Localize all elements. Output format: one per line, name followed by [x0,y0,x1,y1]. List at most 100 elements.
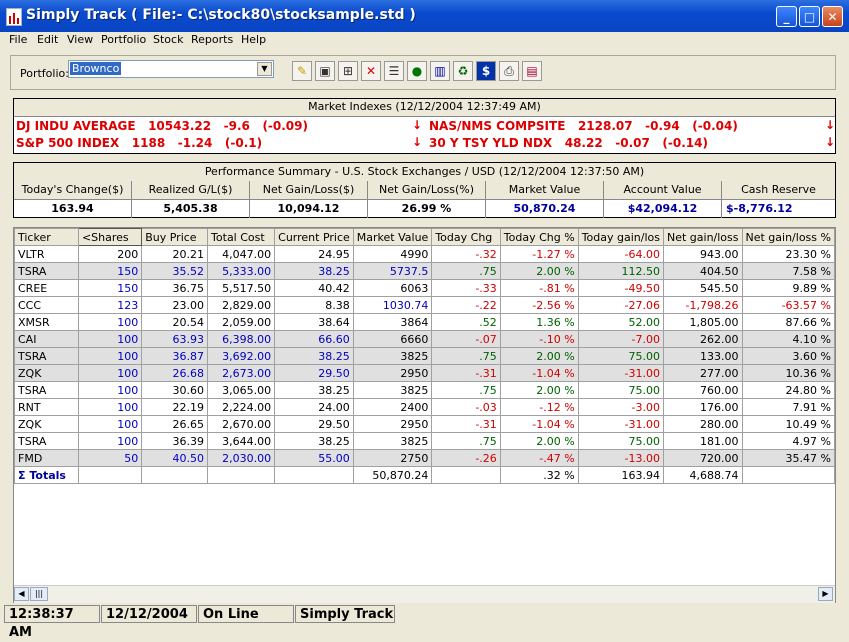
table-cell: 2950 [352,364,433,382]
chart-icon[interactable]: ▥ [430,61,450,81]
table-cell: 4.97 % [741,432,835,450]
market-row-nas: NAS/NMS COMPSITE 2128.07 -0.94 (-0.04) [429,119,738,133]
net-gain-pct-value: 26.99 % [368,200,486,218]
table-row[interactable]: TSRA 100 36.87 3,692.00 38.25 3825.75 2.00 % 75… [14,347,835,365]
scroll-thumb[interactable]: ||| [30,587,48,601]
add-icon[interactable]: ⊞ [338,61,358,81]
table-cell: 2750 [352,449,433,467]
table-row[interactable]: CREE 150 36.75 5,517.50 40.42 6063 -.33 -.81 % -… [14,279,835,297]
totals-cell: .32 % [499,466,579,484]
down-arrow-icon: ↓ [825,118,836,132]
performance-values: 163.94 5,405.38 10,094.12 26.99 % 50,870… [14,200,835,218]
table-row[interactable]: XMSR 100 20.54 2,059.00 38.64 3864.52 1.36 % 52… [14,313,835,331]
column-header[interactable]: Today Chg % [499,228,579,246]
market-indexes-panel: Market Indexes (12/12/2004 12:37:49 AM) … [13,98,836,154]
column-header[interactable]: Buy Price [141,228,209,246]
table-row[interactable]: VLTR 200 20.21 4,047.00 24.95 4990 -.32 -1.27 %… [14,245,835,263]
table-cell: 6660 [352,330,433,348]
horizontal-scrollbar[interactable]: ◀ ||| ▶ [14,585,835,603]
performance-summary-panel: Performance Summary - U.S. Stock Exchang… [13,162,836,218]
maximize-button[interactable]: □ [799,6,820,27]
scroll-right-icon[interactable]: ▶ [818,587,833,601]
totals-cell [141,466,209,484]
table-cell: 4,047.00 [207,245,276,263]
table-row[interactable]: RNT 100 22.19 2,224.00 24.00 2400 -.03 -.12 % -3… [14,398,835,416]
table-cell: 100 [77,330,143,348]
table-cell: 36.75 [141,279,209,297]
properties-icon[interactable]: ☰ [384,61,404,81]
menu-help[interactable]: Help [241,33,266,46]
column-header[interactable]: Net gain/loss % [741,228,835,246]
column-header[interactable]: Today gain/los [577,228,664,246]
table-cell: CCC [14,296,79,314]
table-cell: ZQK [14,364,79,382]
totals-cell [77,466,143,484]
holdings-grid[interactable]: Ticker <Shares Buy Price Total Cost Current … [13,227,836,604]
book-icon[interactable]: ▤ [522,61,542,81]
column-header[interactable]: Total Cost [207,228,276,246]
scroll-left-icon[interactable]: ◀ [14,587,29,601]
perf-col: Net Gain/Loss($) [250,181,368,199]
table-cell: 22.19 [141,398,209,416]
table-cell: 1,805.00 [662,313,743,331]
table-row[interactable]: TSRA 150 35.52 5,333.00 38.25 5737.5.75 2.00 %… [14,262,835,280]
column-header[interactable]: Ticker [14,228,79,246]
table-cell: -2.56 % [499,296,579,314]
minimize-button[interactable]: _ [776,6,797,27]
table-cell: 40.42 [274,279,354,297]
print-icon[interactable]: ⎙ [499,61,519,81]
column-header[interactable]: Net gain/loss [662,228,743,246]
table-cell: CREE [14,279,79,297]
table-cell: .75 [431,347,501,365]
save-icon[interactable]: ▣ [315,61,335,81]
table-cell: TSRA [14,432,79,450]
table-cell: -31.00 [577,364,664,382]
table-row[interactable]: ZQK 100 26.68 2,673.00 29.50 2950 -.31 -1.04 % -… [14,364,835,382]
menu-stock[interactable]: Stock [153,33,183,46]
table-cell: .52 [431,313,501,331]
table-row[interactable]: ZQK 100 26.65 2,670.00 29.50 2950 -.31 -1.04 % -… [14,415,835,433]
market-indexes-header: Market Indexes (12/12/2004 12:37:49 AM) [14,99,835,117]
account-value-value: $42,094.12 [604,200,722,218]
menu-edit[interactable]: Edit [37,33,58,46]
column-header[interactable]: <Shares [77,228,143,246]
close-button[interactable]: ✕ [822,6,843,27]
window-title: Simply Track ( File:- C:\stock80\stocksa… [26,7,416,23]
column-header[interactable]: Market Value [352,228,433,246]
traffic-light-icon[interactable]: ● [407,61,427,81]
column-header[interactable]: Today Chg [431,228,501,246]
dollar-icon[interactable]: $ [476,61,496,81]
table-cell: VLTR [14,245,79,263]
menu-reports[interactable]: Reports [191,33,233,46]
recycle-icon[interactable]: ♻ [453,61,473,81]
table-cell: 3,692.00 [207,347,276,365]
table-cell: 35.52 [141,262,209,280]
table-row[interactable]: TSRA 100 30.60 3,065.00 38.25 3825.75 2.00 % 75… [14,381,835,399]
table-cell: 100 [77,364,143,382]
table-cell: -.12 % [499,398,579,416]
table-cell: RNT [14,398,79,416]
menu-portfolio[interactable]: Portfolio [101,33,146,46]
column-header[interactable]: Current Price [274,228,354,246]
table-cell: 100 [77,432,143,450]
table-cell: 3,065.00 [207,381,276,399]
table-cell: 23.00 [141,296,209,314]
menu-file[interactable]: File [9,33,27,46]
table-row[interactable]: TSRA 100 36.39 3,644.00 38.25 3825.75 2.00 % 75… [14,432,835,450]
edit-pencil-icon[interactable]: ✎ [292,61,312,81]
table-cell: 55.00 [274,449,354,467]
chevron-down-icon[interactable]: ▼ [257,62,272,76]
performance-columns: Today's Change($) Realized G/L($) Net Ga… [14,181,835,200]
menu-view[interactable]: View [67,33,93,46]
table-cell: 3,644.00 [207,432,276,450]
table-cell: -1.04 % [499,415,579,433]
table-cell: 2950 [352,415,433,433]
portfolio-select[interactable]: Brownco ▼ [68,60,274,78]
table-row[interactable]: CAI 100 63.93 6,398.00 66.60 6660 -.07 -.10 % -7… [14,330,835,348]
delete-icon[interactable]: ✕ [361,61,381,81]
table-cell: 75.00 [577,347,664,365]
table-cell: ZQK [14,415,79,433]
table-row[interactable]: FMD 50 40.50 2,030.00 55.00 2750 -.26 -.47 % -13… [14,449,835,467]
table-cell: 760.00 [662,381,743,399]
table-row[interactable]: CCC 123 23.00 2,829.00 8.38 1030.74 -.22 -2.56 … [14,296,835,314]
